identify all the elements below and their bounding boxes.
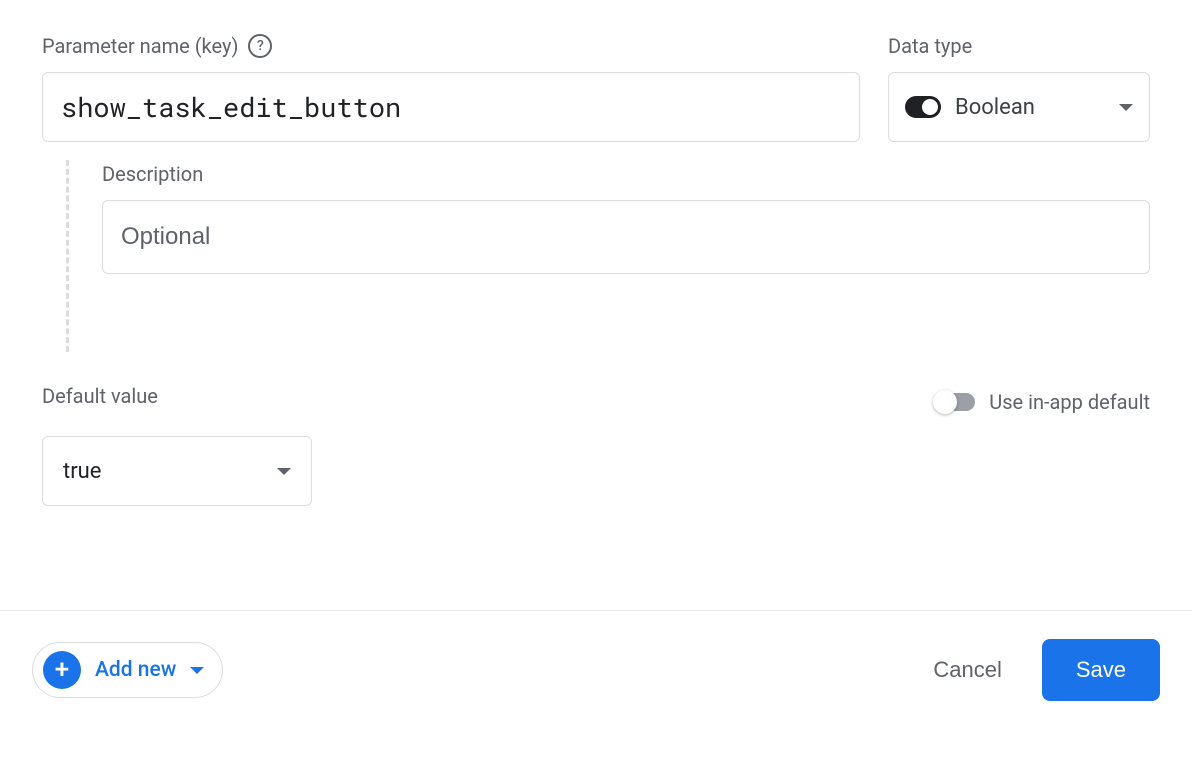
use-in-app-row: Use in-app default [935,390,1150,414]
boolean-type-icon [905,96,941,118]
default-row: Default value Use in-app default [42,382,1150,422]
footer-actions: Cancel Save [925,639,1160,701]
save-button[interactable]: Save [1042,639,1160,701]
description-label: Description [102,160,1150,188]
parameter-form: Parameter name (key) ? Data type Boolean… [0,0,1192,506]
plus-icon: + [43,651,81,689]
parameter-name-input[interactable] [42,72,860,142]
data-type-col: Data type Boolean [888,32,1150,142]
add-new-label: Add new [95,658,176,682]
chevron-down-icon [1119,104,1133,111]
footer: + Add new Cancel Save [0,611,1192,729]
use-in-app-switch[interactable] [935,393,975,411]
dashed-rail-line [66,160,69,352]
default-value-label: Default value [42,382,158,410]
description-content: Description [92,160,1150,352]
description-block: Description [42,160,1150,352]
add-new-button[interactable]: + Add new [32,642,223,698]
indent-rail [42,160,92,352]
default-value-select[interactable]: true [42,436,312,506]
top-row: Parameter name (key) ? Data type Boolean [42,32,1150,142]
description-input[interactable] [102,200,1150,274]
parameter-name-col: Parameter name (key) ? [42,32,860,142]
chevron-down-icon [190,667,204,674]
parameter-name-label: Parameter name (key) [42,34,238,58]
parameter-name-label-row: Parameter name (key) ? [42,32,860,60]
use-in-app-label: Use in-app default [989,390,1150,414]
data-type-select[interactable]: Boolean [888,72,1150,142]
chevron-down-icon [277,468,291,475]
data-type-label: Data type [888,32,1150,60]
default-value-col: Default value [42,382,158,422]
data-type-selected: Boolean [955,95,1105,120]
help-icon[interactable]: ? [248,34,272,58]
default-value-selected: true [63,459,101,484]
cancel-button[interactable]: Cancel [925,647,1009,693]
